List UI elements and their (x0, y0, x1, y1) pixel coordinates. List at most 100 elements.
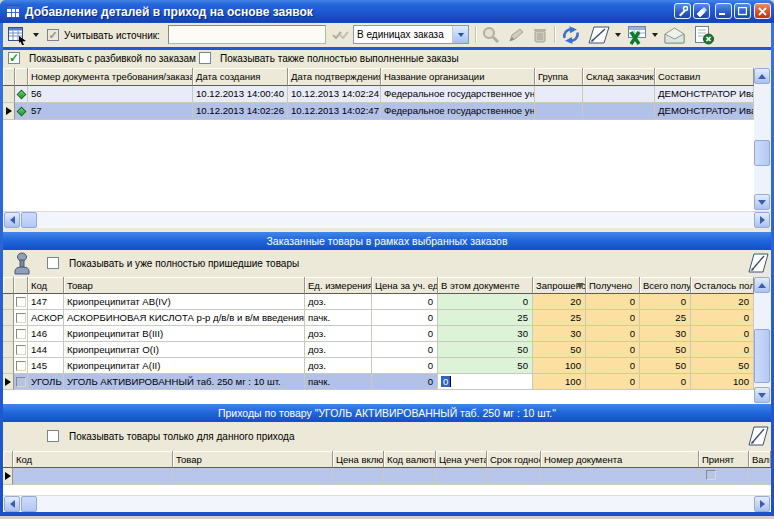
minimize-button[interactable] (715, 3, 732, 19)
column-header[interactable]: Название организации (381, 68, 535, 86)
order-status-diamond-icon (15, 86, 28, 103)
scroll-left-button[interactable] (4, 496, 20, 512)
column-header[interactable]: Ед. измерения (305, 277, 372, 294)
item-checkbox[interactable] (14, 294, 28, 310)
scroll-up-button[interactable] (754, 68, 770, 84)
scroll-up-button[interactable] (754, 277, 770, 293)
column-header[interactable]: Код (28, 277, 64, 294)
cell-code: 145 (28, 358, 64, 374)
column-header[interactable]: Валюта (749, 451, 771, 468)
scroll-thumb[interactable] (21, 212, 37, 228)
cell-requested: 20 (533, 294, 586, 310)
split-by-orders-checkbox[interactable]: ✓ (8, 52, 20, 64)
cell-confirmed: 10.12.2013 14:02:24 (288, 86, 381, 103)
items-vscrollbar[interactable] (754, 277, 771, 404)
corner-header (14, 277, 28, 294)
item-row[interactable]: 144Криопреципитат О(I)доз.050500500 (3, 342, 754, 358)
column-header[interactable]: Склад заказчик (583, 68, 655, 86)
column-header[interactable]: Товар (173, 451, 333, 468)
column-header[interactable]: Номер документа (541, 451, 699, 468)
cell-name: АСКОРБИНОВАЯ КИСЛОТА р-р д/в/в и в/м вве… (64, 310, 305, 326)
cell-received: 0 (586, 358, 640, 374)
receipts-hscrollbar[interactable] (3, 495, 771, 512)
units-combobox[interactable]: В единицах заказа (353, 25, 469, 44)
window: Добавление деталей в приход на основе за… (0, 0, 774, 519)
order-row[interactable]: 5610.12.2013 14:00:4010.12.2013 14:02:24… (3, 86, 754, 103)
combobox-dropdown-button[interactable] (452, 26, 468, 43)
cell-in_doc: 0 (438, 374, 533, 390)
column-header[interactable]: Группа (535, 68, 583, 86)
cell-unit: доз. (305, 294, 372, 310)
column-header[interactable]: Составил (655, 68, 754, 86)
receipts-print-button[interactable] (748, 425, 769, 451)
cell-name (173, 468, 333, 485)
scroll-left-button[interactable] (4, 212, 20, 228)
item-checkbox[interactable] (14, 342, 28, 358)
scroll-down-button[interactable] (754, 194, 770, 210)
scroll-right-button[interactable] (754, 212, 770, 228)
orders-vscrollbar[interactable] (754, 68, 771, 211)
scroll-thumb[interactable] (754, 329, 770, 383)
cell-confirmed: 10.12.2013 14:02:47 (288, 103, 381, 120)
order-row[interactable]: 5710.12.2013 14:02:2610.12.2013 14:02:47… (3, 103, 754, 120)
cell-price: 0 (372, 326, 438, 342)
column-header[interactable]: Дата создания (193, 68, 288, 86)
column-header[interactable]: Принят (699, 451, 749, 468)
scroll-thumb[interactable] (21, 496, 37, 512)
cell-requested: 100 (533, 374, 586, 390)
receipts-toolbar-row: Показывать товары только для данного при… (3, 422, 771, 451)
column-header[interactable]: Запрошено (533, 277, 586, 294)
column-header[interactable]: Код валюты (384, 451, 436, 468)
accepted-checkbox[interactable] (706, 470, 716, 480)
show-completed-checkbox[interactable] (199, 52, 211, 64)
mail-button[interactable] (663, 24, 686, 46)
row-marker (3, 310, 14, 326)
column-header[interactable]: Код (13, 451, 173, 468)
column-header[interactable]: Цена за уч. ед. (372, 277, 438, 294)
orders-hscrollbar[interactable] (3, 211, 771, 228)
column-header[interactable]: Цена включая (333, 451, 384, 468)
maximize-button[interactable] (734, 3, 751, 19)
eraser-button[interactable] (693, 3, 710, 19)
table-select-icon (7, 26, 29, 45)
items-print-button[interactable] (748, 252, 769, 278)
column-header[interactable]: Цена учета (436, 451, 487, 468)
show-arrived-checkbox[interactable] (47, 257, 59, 269)
column-header[interactable]: Дата подтверждения (288, 68, 381, 86)
only-this-receipt-checkbox[interactable] (47, 430, 59, 442)
column-header[interactable]: Номер документа требования/заказа (28, 68, 193, 86)
column-header[interactable]: В этом документе (438, 277, 533, 294)
editing-value: 0 (441, 376, 450, 387)
column-header[interactable]: Товар (64, 277, 305, 294)
close-button[interactable] (754, 3, 771, 19)
trash-icon (531, 26, 549, 44)
excel-export-button[interactable] (625, 24, 658, 46)
item-checkbox[interactable] (14, 358, 28, 374)
column-header[interactable]: Срок годности (487, 451, 541, 468)
item-checkbox[interactable] (14, 326, 28, 342)
stamp-button[interactable] (11, 252, 33, 279)
receipt-row[interactable] (3, 468, 771, 485)
item-row[interactable]: АСКОРАСКОРБИНОВАЯ КИСЛОТА р-р д/в/в и в/… (3, 310, 754, 326)
column-header[interactable]: Осталось получить (691, 277, 754, 294)
item-row[interactable]: 146Криопреципитат В(III)доз.030300300 (3, 326, 754, 342)
table-select-button[interactable] (7, 24, 39, 46)
column-header[interactable]: Получено (586, 277, 640, 294)
scroll-right-button[interactable] (754, 496, 770, 512)
row-marker (3, 103, 15, 120)
cell-code: 144 (28, 342, 64, 358)
item-row[interactable]: 147Криопреципитат АВ(IV)доз.00200020 (3, 294, 754, 310)
column-header[interactable]: Всего получено (640, 277, 691, 294)
wrench-button[interactable] (674, 3, 691, 19)
item-checkbox[interactable] (14, 374, 28, 390)
scroll-down-button[interactable] (754, 387, 770, 403)
item-checkbox[interactable] (14, 310, 28, 326)
item-row[interactable]: УГОЛЬУГОЛЬ АКТИВИРОВАННЫЙ таб. 250 мг : … (3, 374, 754, 390)
close-document-button[interactable] (693, 24, 715, 46)
refresh-button[interactable] (560, 24, 582, 46)
scroll-thumb[interactable] (754, 140, 770, 166)
print-button[interactable] (588, 24, 621, 46)
search-icon (481, 26, 501, 44)
item-row[interactable]: 145Криопреципитат А(II)доз.05010005050 (3, 358, 754, 374)
cell-left: 50 (691, 358, 754, 374)
